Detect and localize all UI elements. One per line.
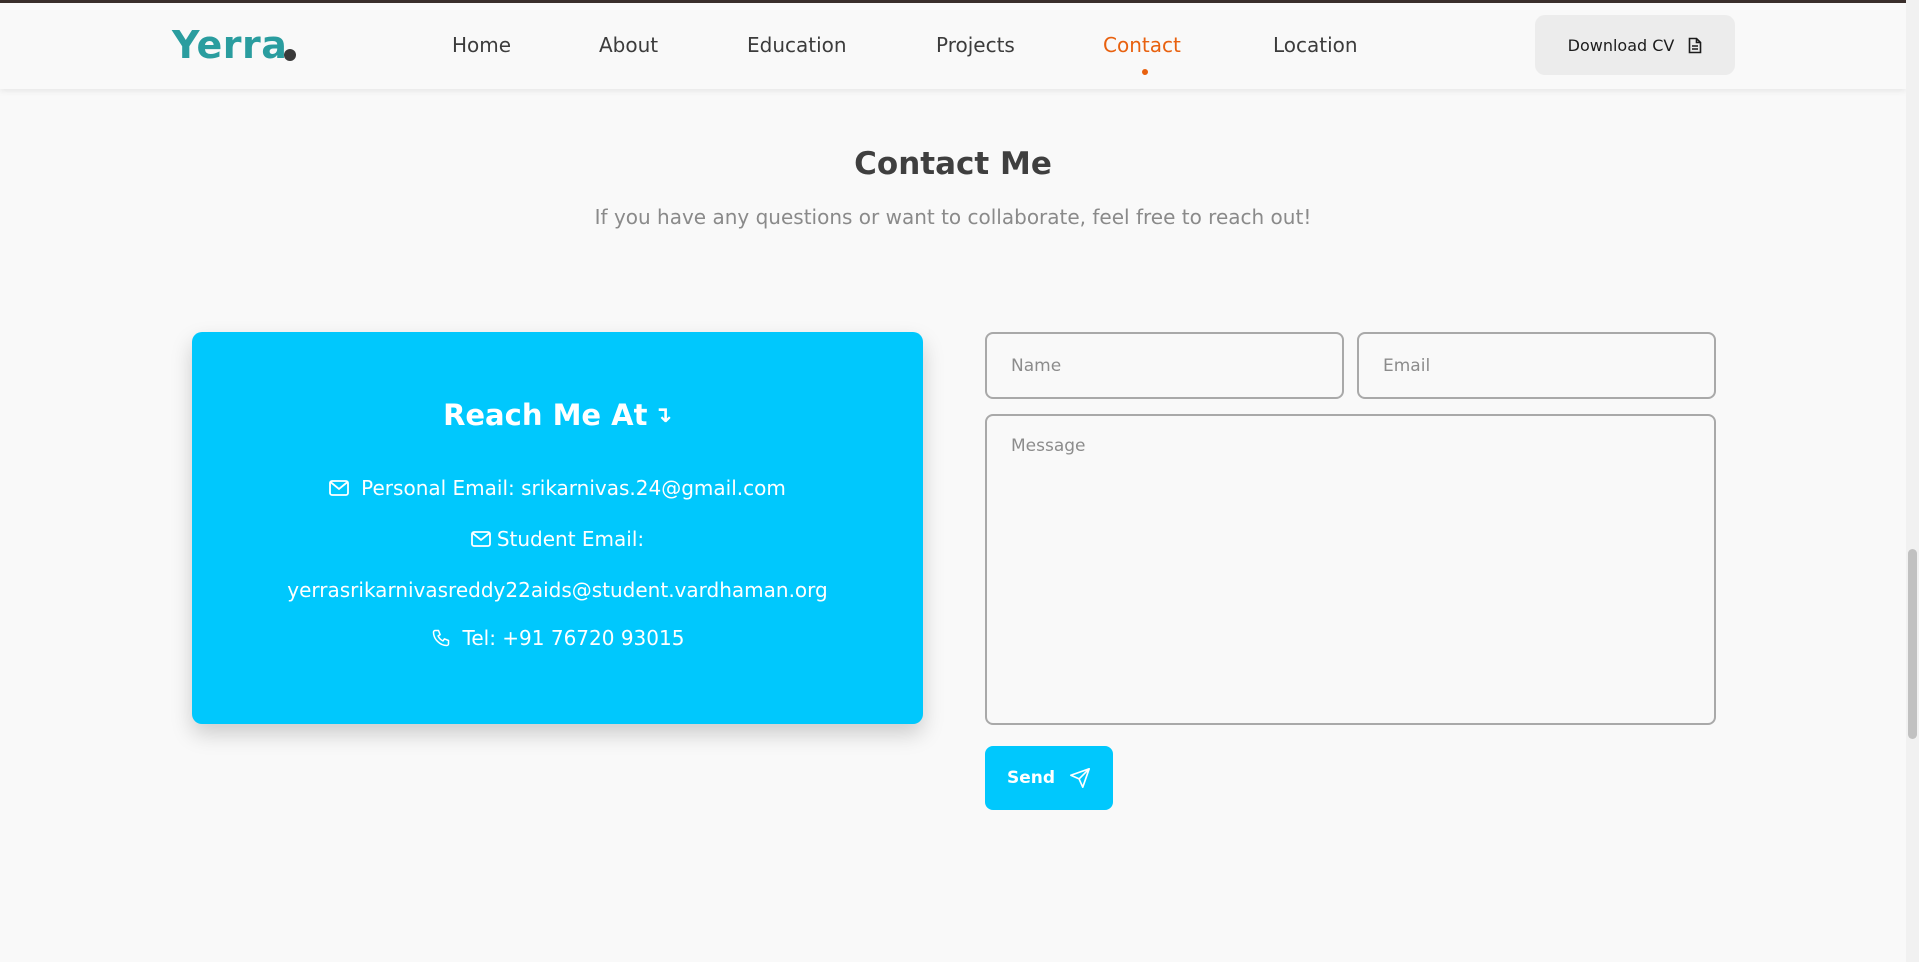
student-email[interactable]: yerrasrikarnivasreddy22aids@student.vard…	[287, 578, 827, 602]
arrow-down-icon: ↴	[653, 402, 672, 428]
send-label: Send	[1006, 768, 1056, 788]
send-icon	[1069, 767, 1091, 789]
send-button[interactable]: Send	[985, 746, 1113, 810]
logo-dot	[284, 49, 296, 61]
message-textarea[interactable]	[985, 414, 1716, 725]
nav-contact[interactable]: Contact	[1103, 33, 1181, 57]
student-email-label: Student Email:	[496, 527, 645, 551]
personal-email[interactable]: Personal Email: srikarnivas.24@gmail.com	[361, 476, 786, 500]
nav-projects[interactable]: Projects	[936, 33, 1015, 57]
nav-about[interactable]: About	[599, 33, 658, 57]
email-input[interactable]	[1357, 332, 1716, 399]
download-cv-button[interactable]: Download CV	[1535, 15, 1735, 75]
student-email-label-line: Student Email:	[192, 527, 923, 551]
phone-icon	[431, 628, 451, 648]
navbar: Yerra Home About Education Projects Cont…	[0, 3, 1906, 89]
page-subtitle: If you have any questions or want to col…	[594, 205, 1312, 229]
page-title: Contact Me	[854, 146, 1052, 182]
phone-line: Tel: +91 76720 93015	[192, 626, 923, 650]
mail-icon	[470, 531, 491, 547]
contact-info-card: Reach Me At ↴ Personal Email: srikarniva…	[192, 332, 923, 724]
student-email-line: yerrasrikarnivasreddy22aids@student.vard…	[192, 578, 923, 602]
nav-education[interactable]: Education	[747, 33, 847, 57]
active-nav-indicator	[1142, 69, 1148, 75]
personal-email-line: Personal Email: srikarnivas.24@gmail.com	[192, 476, 923, 500]
name-input[interactable]	[985, 332, 1344, 399]
scrollbar-thumb[interactable]	[1908, 549, 1917, 739]
card-title-text: Reach Me At	[443, 398, 648, 432]
nav-home[interactable]: Home	[452, 33, 511, 57]
phone-number[interactable]: Tel: +91 76720 93015	[463, 626, 685, 650]
download-cv-label: Download CV	[1567, 35, 1675, 55]
logo[interactable]: Yerra	[172, 23, 287, 67]
document-icon	[1688, 37, 1702, 54]
card-title: Reach Me At ↴	[192, 398, 923, 432]
mail-icon	[329, 480, 350, 496]
nav-location[interactable]: Location	[1273, 33, 1358, 57]
page-scrollbar[interactable]	[1906, 0, 1919, 962]
